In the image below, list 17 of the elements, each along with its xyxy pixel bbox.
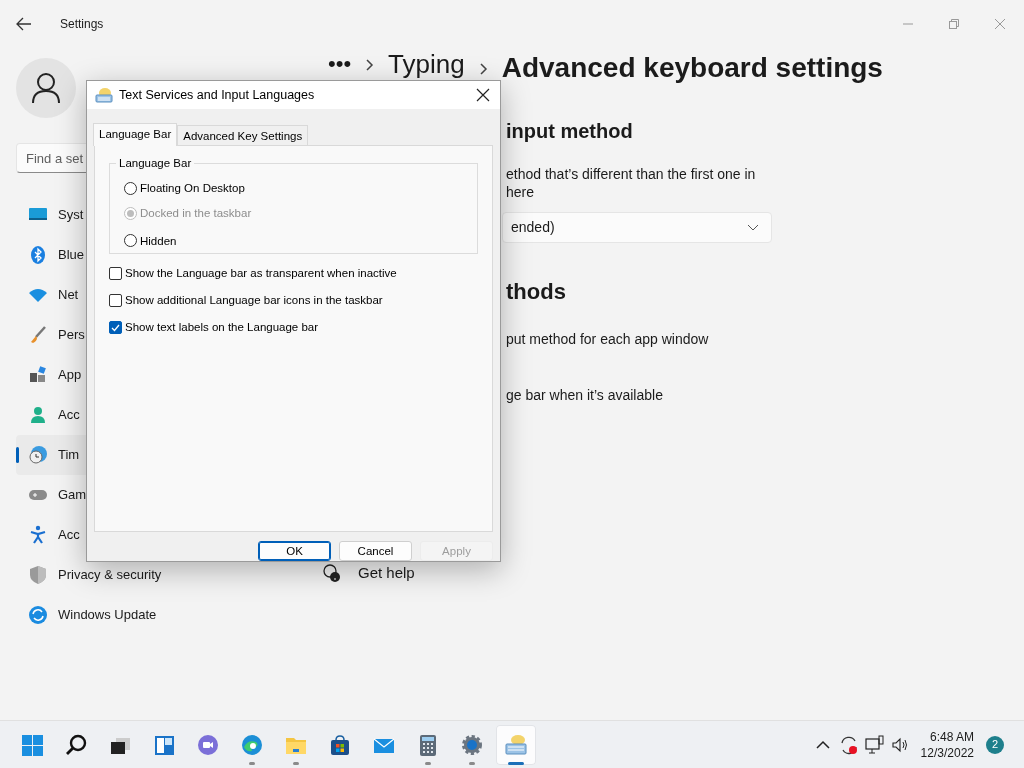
checkbox-label: Show text labels on the Language bar (125, 319, 319, 335)
group-label: Language Bar (116, 156, 195, 171)
setting-text: put method for each app window (506, 330, 710, 348)
section-heading: thods (506, 278, 567, 306)
page-title: Advanced keyboard settings (501, 51, 883, 85)
option-label: Hidden (140, 233, 177, 248)
setting-text: ethod that’s different than the first one in (506, 165, 757, 183)
dialog-title: Text Services and Input Languages (119, 86, 315, 104)
checkbox-label: Show additional Language bar icons in the taskbar (125, 292, 383, 308)
dialog-button: Apply (420, 541, 493, 561)
section-heading: input method (506, 119, 634, 143)
window-title: Settings (60, 16, 104, 33)
setting-text: ge bar when it’s available (506, 386, 664, 404)
setting-text: here (506, 183, 536, 201)
checkbox-label: Show the Language bar as transparent when inactive (125, 265, 397, 281)
option-label: Docked in the taskbar (140, 206, 252, 220)
option-label: Floating On Desktop (140, 181, 245, 196)
